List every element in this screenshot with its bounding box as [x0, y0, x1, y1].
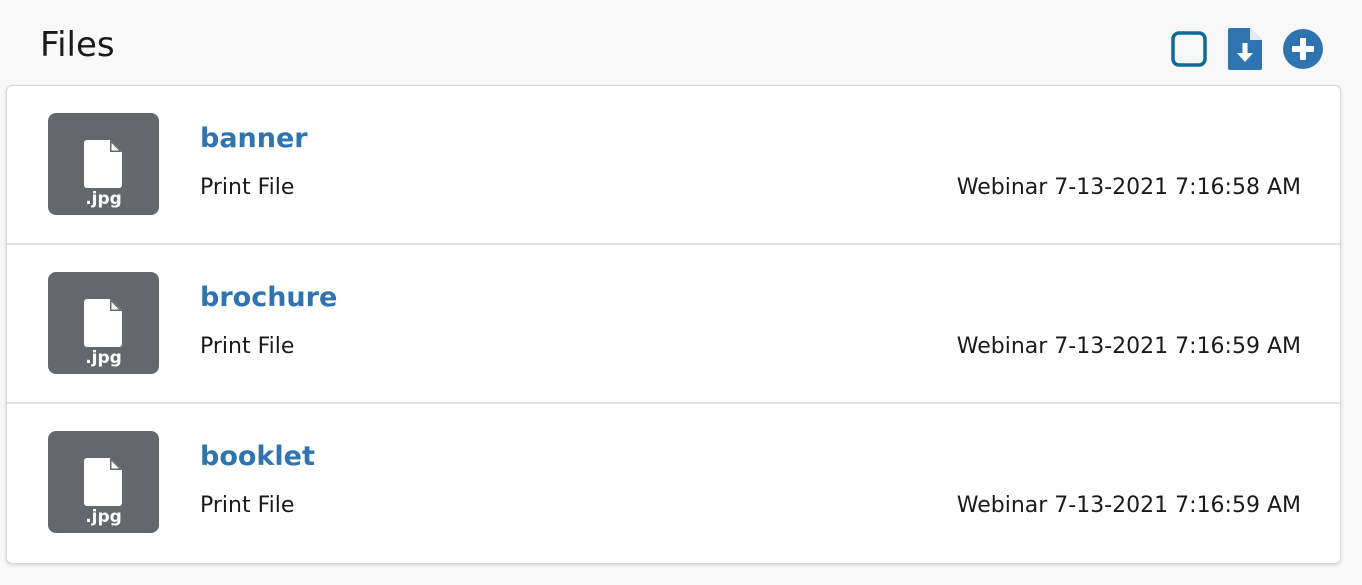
file-name-link[interactable]: banner: [200, 122, 308, 156]
file-type-label: Print File: [200, 175, 295, 200]
download-button[interactable]: [1228, 28, 1262, 70]
file-extension-label: .jpg: [85, 189, 122, 209]
checkbox-icon: [1171, 31, 1207, 67]
file-row[interactable]: .jpg booklet Print File Webinar 7-13-202…: [7, 404, 1340, 563]
document-icon: [84, 140, 122, 188]
file-type-label: Print File: [200, 334, 295, 359]
file-extension-label: .jpg: [85, 507, 122, 527]
file-meta-label: Webinar 7-13-2021 7:16:59 AM: [956, 334, 1301, 359]
file-extension-label: .jpg: [85, 348, 122, 368]
select-all-checkbox[interactable]: [1170, 30, 1208, 68]
add-file-button[interactable]: [1282, 28, 1324, 70]
file-meta-label: Webinar 7-13-2021 7:16:59 AM: [956, 493, 1301, 518]
file-row[interactable]: .jpg brochure Print File Webinar 7-13-20…: [7, 245, 1340, 404]
file-download-icon: [1228, 28, 1262, 70]
file-list: .jpg banner Print File Webinar 7-13-2021…: [6, 85, 1341, 564]
file-thumbnail[interactable]: .jpg: [48, 272, 159, 374]
document-icon: [84, 299, 122, 347]
file-thumbnail[interactable]: .jpg: [48, 431, 159, 533]
files-toolbar: [1150, 27, 1324, 71]
file-name-link[interactable]: booklet: [200, 440, 315, 474]
file-type-label: Print File: [200, 493, 295, 518]
file-name-link[interactable]: brochure: [200, 281, 337, 315]
files-header: Files: [0, 0, 1362, 86]
file-meta-label: Webinar 7-13-2021 7:16:58 AM: [956, 175, 1301, 200]
document-icon: [84, 458, 122, 506]
file-thumbnail[interactable]: .jpg: [48, 113, 159, 215]
file-row[interactable]: .jpg banner Print File Webinar 7-13-2021…: [7, 86, 1340, 245]
plus-circle-icon: [1283, 29, 1323, 69]
page-title: Files: [40, 25, 115, 65]
